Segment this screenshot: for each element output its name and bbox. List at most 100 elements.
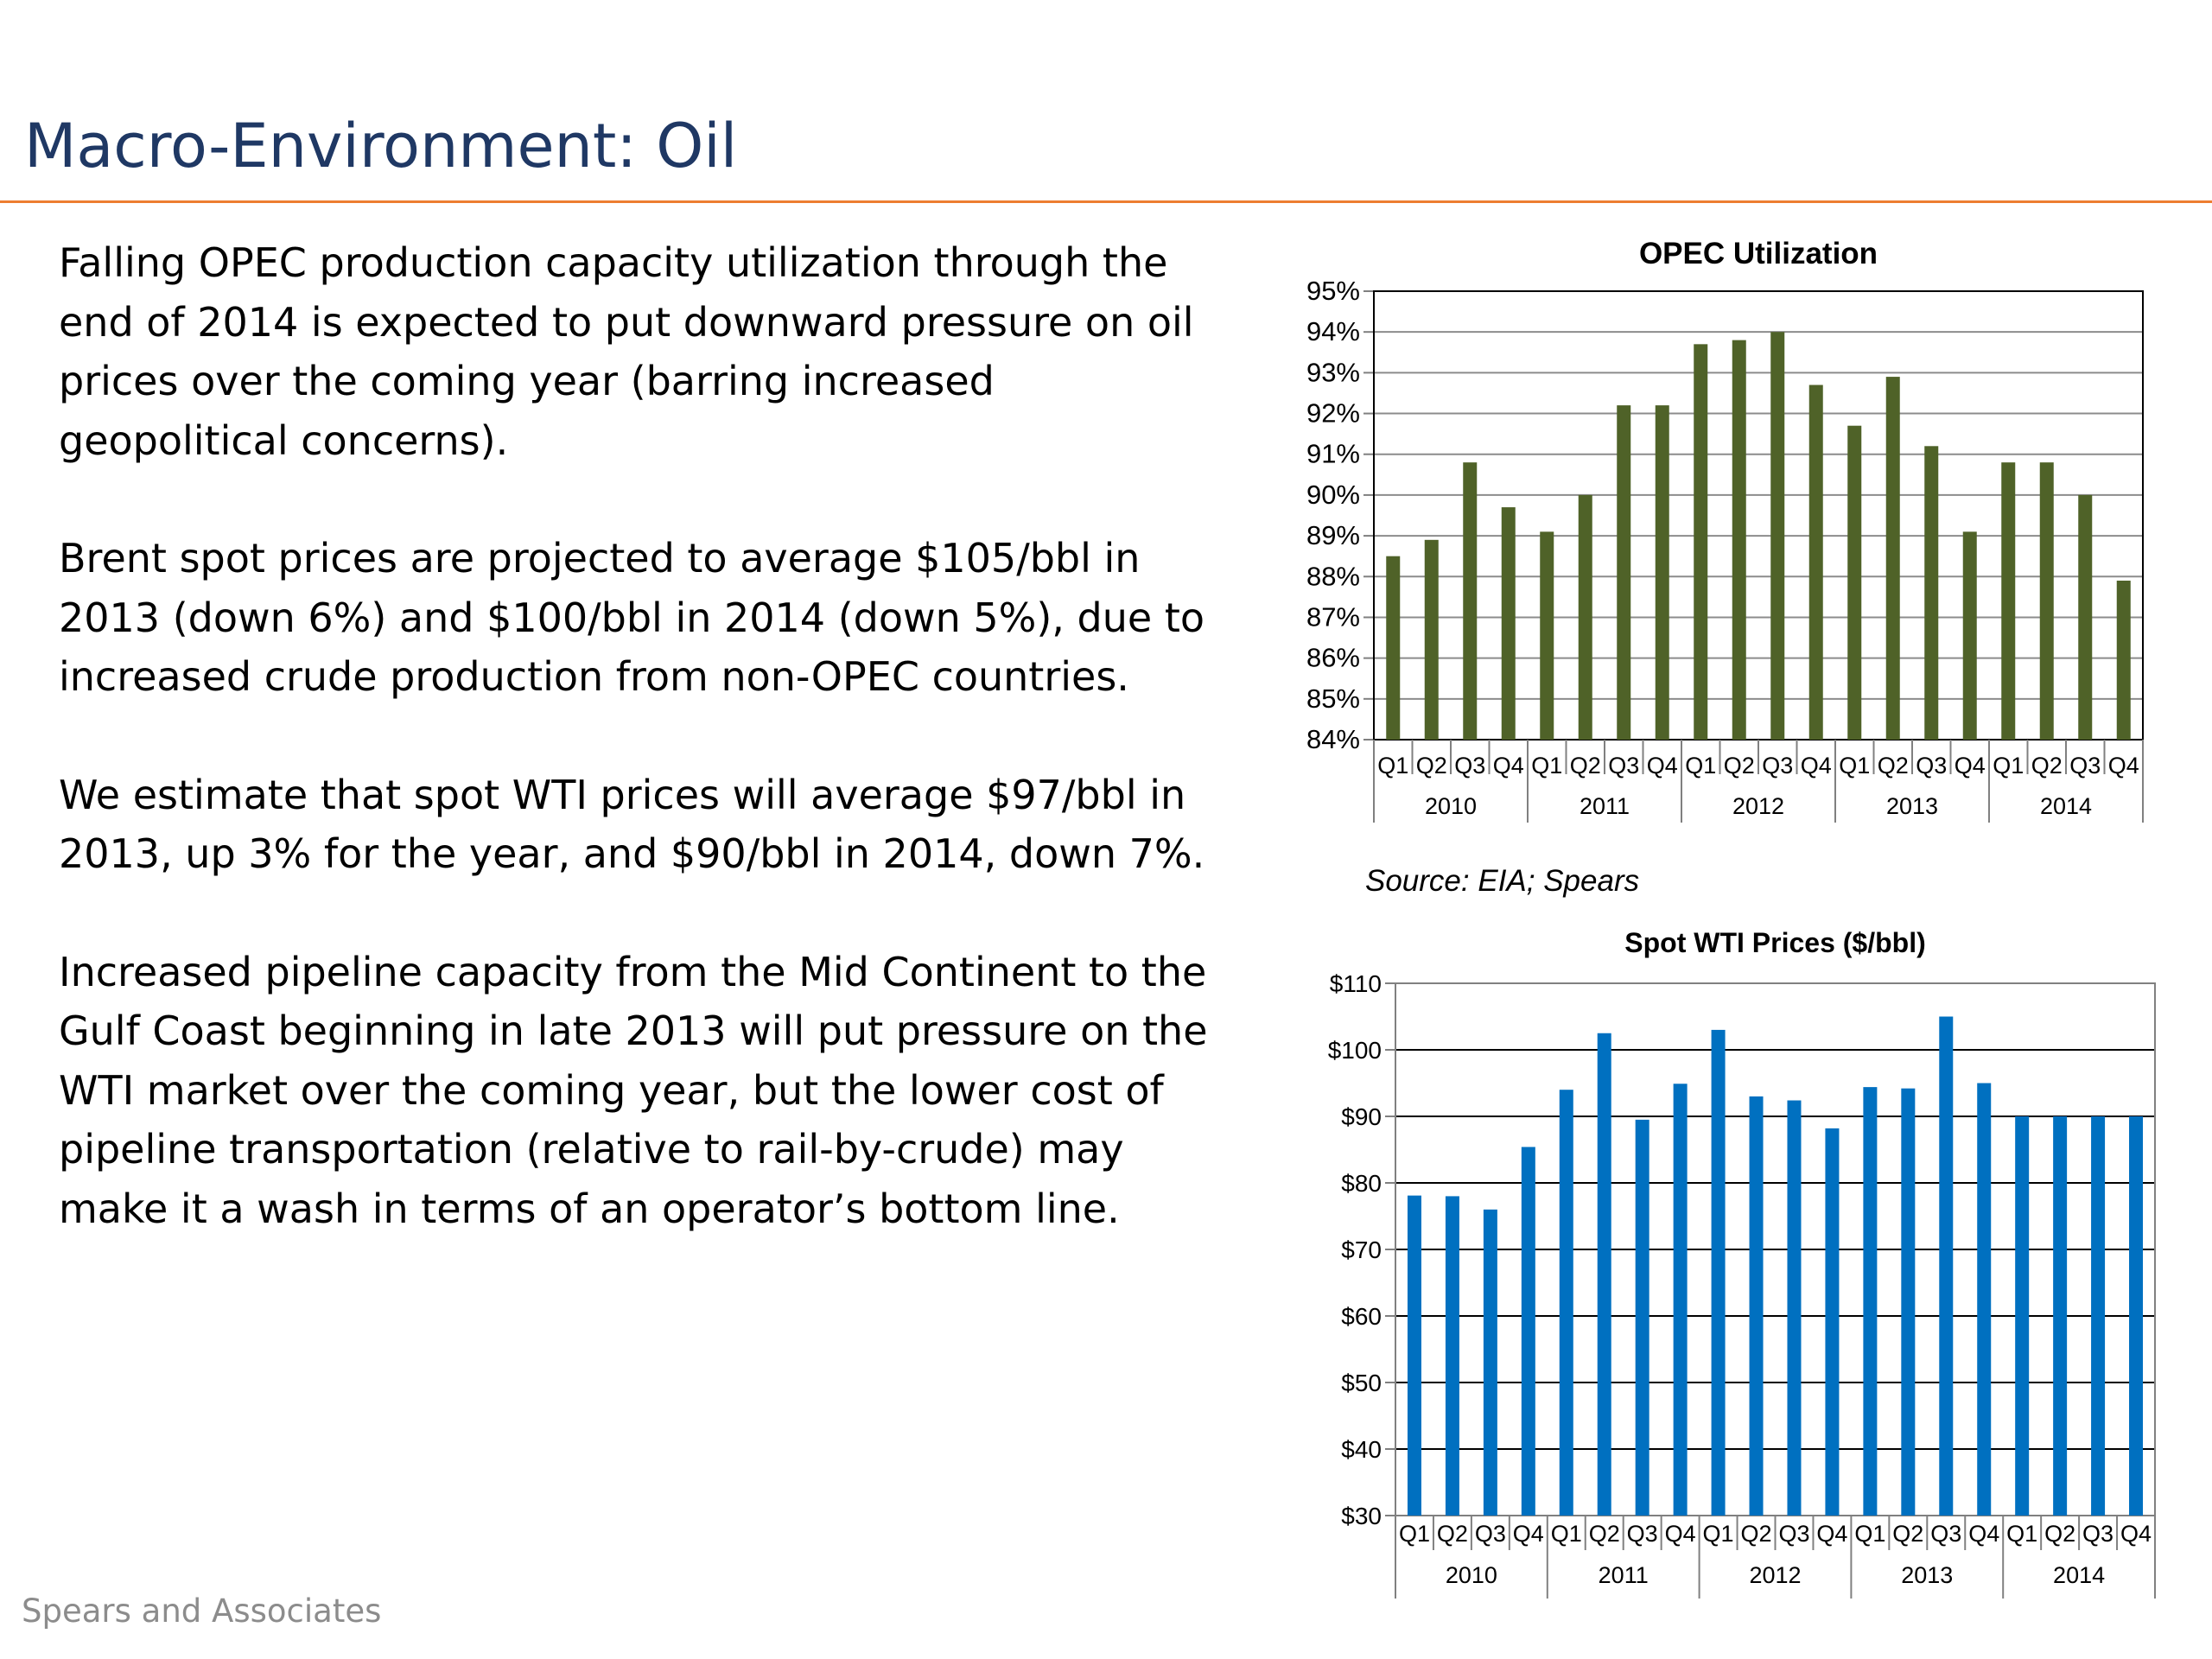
bar: [1559, 1090, 1573, 1516]
bar: [2015, 1116, 2030, 1516]
bar: [1694, 344, 1708, 740]
x-group-label: 2011: [1599, 1562, 1649, 1588]
x-group-label: 2014: [2040, 793, 2092, 819]
x-tick-label: Q4: [1665, 1521, 1696, 1547]
x-tick-label: Q3: [2082, 1521, 2113, 1547]
bar: [1521, 1147, 1535, 1516]
bar: [1635, 1119, 1649, 1516]
x-tick-label: Q3: [1778, 1521, 1809, 1547]
y-tick-label: 86%: [1306, 643, 1360, 673]
x-tick-label: Q2: [1589, 1521, 1620, 1547]
bar: [1977, 1083, 1992, 1516]
x-tick-label: Q1: [1854, 1521, 1885, 1547]
footer: Spears and Associates: [22, 1592, 382, 1630]
y-tick-label: $90: [1341, 1103, 1382, 1130]
x-tick-label: Q2: [2031, 753, 2063, 779]
x-tick-label: Q4: [1955, 753, 1986, 779]
bar: [2116, 580, 2131, 740]
bar: [1424, 539, 1439, 740]
x-tick-label: Q1: [1839, 753, 1870, 779]
bar: [1901, 1088, 1916, 1516]
x-tick-label: Q3: [2069, 753, 2101, 779]
x-tick-label: Q3: [1627, 1521, 1658, 1547]
bar: [2078, 494, 2093, 740]
bar: [2001, 462, 2016, 740]
x-tick-label: Q1: [1377, 753, 1408, 779]
x-tick-label: Q3: [1916, 753, 1947, 779]
x-group-label: 2014: [2053, 1562, 2105, 1588]
body-text: Falling OPEC production capacity utiliza…: [59, 233, 1217, 1297]
x-tick-label: Q2: [1416, 753, 1447, 779]
x-tick-label: Q4: [1816, 1521, 1847, 1547]
wti-prices-chart: Spot WTI Prices ($/bbl) $30 $40 $50 $60 $70 $8…: [1328, 927, 2156, 1599]
bar: [2039, 462, 2054, 740]
y-tick-label: $50: [1341, 1370, 1382, 1396]
bar: [2053, 1116, 2068, 1516]
bar: [1386, 556, 1401, 740]
x-tick-label: Q1: [1399, 1521, 1430, 1547]
bar: [1847, 425, 1862, 740]
bar: [1885, 377, 1900, 740]
y-tick-label: 84%: [1306, 724, 1360, 754]
x-tick-label: Q4: [2108, 753, 2139, 779]
y-tick-label: 94%: [1306, 316, 1360, 346]
x-tick-label: Q2: [1878, 753, 1909, 779]
x-group-label: 2010: [1425, 793, 1477, 819]
x-tick-label: Q3: [1608, 753, 1639, 779]
paragraph-opec: Falling OPEC production capacity utiliza…: [59, 239, 1194, 464]
x-group-label: 2011: [1580, 793, 1630, 819]
bar: [1483, 1209, 1497, 1516]
x-tick-label: Q2: [2044, 1521, 2075, 1547]
source-note: Source: EIA; Spears: [1365, 864, 1640, 898]
x-tick-label: Q4: [1493, 753, 1524, 779]
bar: [2129, 1116, 2144, 1516]
chart-title: Spot WTI Prices ($/bbl): [1624, 927, 1925, 958]
y-tick-label: $30: [1341, 1503, 1382, 1529]
bar: [1617, 405, 1631, 740]
x-group-label: 2012: [1749, 1562, 1801, 1588]
x-tick-label: Q1: [1993, 753, 2024, 779]
x-group-label: 2010: [1446, 1562, 1497, 1588]
bar: [1939, 1016, 1954, 1516]
y-tick-label: 90%: [1306, 480, 1360, 510]
x-tick-label: Q1: [1685, 753, 1716, 779]
x-tick-label: Q3: [1475, 1521, 1506, 1547]
bar: [1540, 531, 1554, 740]
bar: [1445, 1196, 1459, 1516]
y-tick-label: 91%: [1306, 439, 1360, 469]
x-tick-label: Q3: [1762, 753, 1793, 779]
x-group-label: 2013: [1901, 1562, 1953, 1588]
x-tick-label: Q1: [1531, 753, 1562, 779]
y-tick-label: 85%: [1306, 683, 1360, 714]
x-tick-label: Q4: [1513, 1521, 1544, 1547]
bar: [1578, 494, 1592, 740]
paragraph-brent: Brent spot prices are projected to avera…: [59, 535, 1205, 700]
x-tick-label: Q1: [2006, 1521, 2037, 1547]
bar: [1597, 1033, 1611, 1516]
y-tick-label: $100: [1328, 1037, 1382, 1064]
x-tick-label: Q2: [1724, 753, 1755, 779]
bar: [1924, 446, 1939, 740]
bar: [1808, 385, 1823, 740]
chart-title: OPEC Utilization: [1639, 237, 1878, 270]
y-tick-label: 93%: [1306, 357, 1360, 387]
bar: [1732, 340, 1746, 740]
y-tick-label: $80: [1341, 1170, 1382, 1197]
bar: [2091, 1116, 2106, 1516]
x-tick-label: Q1: [1551, 1521, 1582, 1547]
x-tick-label: Q2: [1892, 1521, 1923, 1547]
y-tick-label: $110: [1330, 970, 1382, 997]
x-tick-label: Q4: [1647, 753, 1678, 779]
opec-utilization-chart: OPEC Utilization 84% 85% 86% 87% 88% 89% 90% 91%…: [1306, 237, 2144, 823]
y-tick-label: 95%: [1306, 276, 1360, 306]
y-tick-label: 89%: [1306, 520, 1360, 550]
x-group-label: 2013: [1886, 793, 1938, 819]
bar: [1673, 1084, 1688, 1516]
x-tick-label: Q4: [1801, 753, 1832, 779]
plot-area-frame: [1373, 290, 2144, 741]
y-tick-label: $70: [1341, 1236, 1382, 1263]
bar: [1463, 462, 1478, 740]
x-tick-label: Q2: [1741, 1521, 1772, 1547]
bar: [1749, 1096, 1764, 1516]
bar: [1407, 1195, 1421, 1516]
